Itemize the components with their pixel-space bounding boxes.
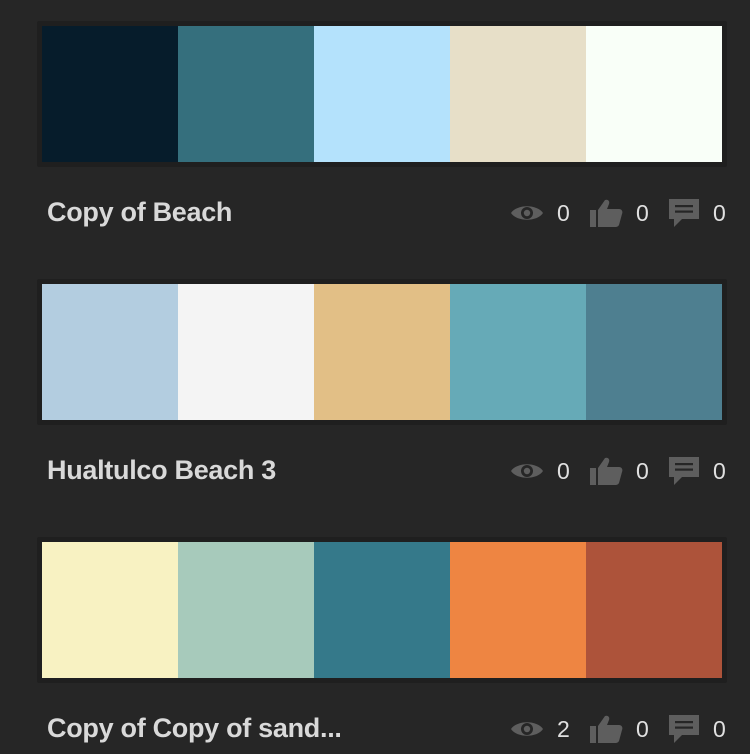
comment-icon[interactable]: [668, 456, 700, 486]
theme-meta: Copy of Copy of sand... 2 0 0: [37, 703, 727, 754]
color-swatch[interactable]: [314, 26, 450, 162]
views-stat: 0: [510, 200, 571, 227]
views-stat: 2: [510, 716, 571, 743]
color-swatch[interactable]: [42, 26, 178, 162]
views-stat: 0: [510, 458, 571, 485]
theme-list: Copy of Beach 0 0 0 Hualtulco Beach 3 0 …: [0, 0, 750, 754]
color-swatch[interactable]: [314, 284, 450, 420]
thumbs-up-icon[interactable]: [589, 198, 623, 228]
color-swatch[interactable]: [314, 542, 450, 678]
color-swatch[interactable]: [450, 284, 586, 420]
theme-stats: 0 0 0: [510, 453, 727, 489]
theme-meta: Hualtulco Beach 3 0 0 0: [37, 445, 727, 505]
thumbs-up-icon[interactable]: [589, 714, 623, 744]
comments-count: 0: [713, 199, 726, 226]
comment-icon[interactable]: [668, 714, 700, 744]
eye-icon: [510, 718, 544, 740]
theme-card: Copy of Copy of sand... 2 0 0: [37, 537, 727, 754]
color-swatch[interactable]: [178, 542, 314, 678]
thumbs-up-icon[interactable]: [589, 456, 623, 486]
color-swatch[interactable]: [586, 284, 722, 420]
theme-title[interactable]: Copy of Beach: [47, 197, 232, 228]
comment-icon[interactable]: [668, 198, 700, 228]
likes-count: 0: [636, 457, 649, 484]
comments-stat[interactable]: 0: [668, 198, 727, 228]
color-swatch[interactable]: [178, 284, 314, 420]
theme-card: Copy of Beach 0 0 0: [37, 21, 727, 247]
color-swatch[interactable]: [450, 26, 586, 162]
comments-count: 0: [713, 457, 726, 484]
color-palette[interactable]: [37, 537, 727, 683]
likes-count: 0: [636, 199, 649, 226]
color-palette[interactable]: [37, 21, 727, 167]
likes-stat[interactable]: 0: [589, 456, 650, 486]
theme-card: Hualtulco Beach 3 0 0 0: [37, 279, 727, 505]
likes-stat[interactable]: 0: [589, 198, 650, 228]
color-swatch[interactable]: [450, 542, 586, 678]
views-count: 0: [557, 199, 570, 226]
color-swatch[interactable]: [42, 284, 178, 420]
comments-stat[interactable]: 0: [668, 456, 727, 486]
comments-stat[interactable]: 0: [668, 714, 727, 744]
theme-stats: 0 0 0: [510, 195, 727, 231]
eye-icon: [510, 202, 544, 224]
likes-stat[interactable]: 0: [589, 714, 650, 744]
comments-count: 0: [713, 715, 726, 742]
theme-title[interactable]: Copy of Copy of sand...: [47, 713, 342, 744]
eye-icon: [510, 460, 544, 482]
theme-title[interactable]: Hualtulco Beach 3: [47, 455, 276, 486]
color-swatch[interactable]: [586, 542, 722, 678]
theme-stats: 2 0 0: [510, 711, 727, 747]
views-count: 0: [557, 457, 570, 484]
color-palette[interactable]: [37, 279, 727, 425]
color-swatch[interactable]: [42, 542, 178, 678]
likes-count: 0: [636, 715, 649, 742]
color-swatch[interactable]: [178, 26, 314, 162]
theme-meta: Copy of Beach 0 0 0: [37, 187, 727, 247]
views-count: 2: [557, 715, 570, 742]
color-swatch[interactable]: [586, 26, 722, 162]
